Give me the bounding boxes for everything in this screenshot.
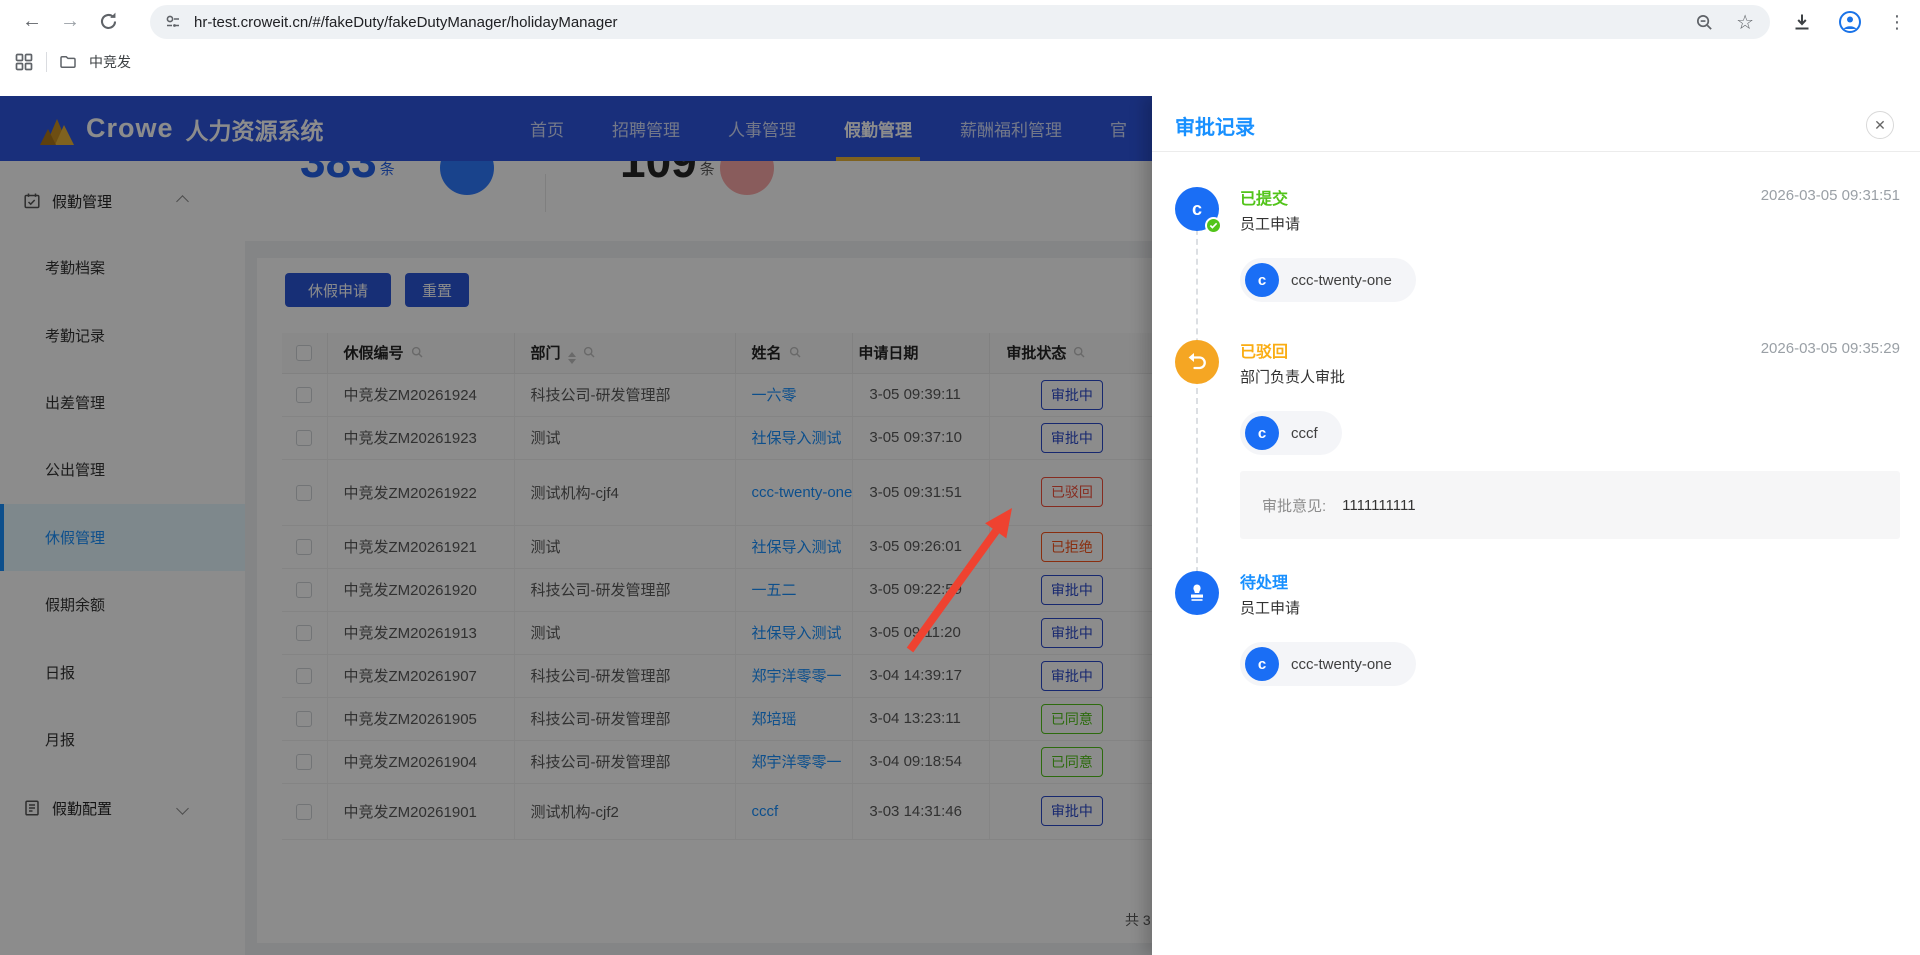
step-role: 部门负责人审批 <box>1240 369 1346 386</box>
zoom-out-icon[interactable] <box>1695 13 1714 32</box>
step-status: 已驳回 <box>1240 344 1289 361</box>
step-status: 待处理 <box>1240 575 1289 592</box>
browser-toolbar: ← → hr-test.croweit.cn/#/fakeDuty/fakeDu… <box>0 0 1920 44</box>
folder-icon <box>60 56 76 68</box>
bookmarks-bar: 中竞发 <box>0 44 1920 80</box>
person-chip: c ccc-twenty-one <box>1240 642 1416 686</box>
back-icon[interactable]: ← <box>22 9 42 33</box>
person-name: ccc-twenty-one <box>1291 271 1392 289</box>
step-role: 员工申请 <box>1240 216 1301 233</box>
comment-value: 1111111111 <box>1342 496 1416 514</box>
person-name: cccf <box>1291 424 1318 442</box>
avatar: c <box>1245 416 1279 450</box>
step-node-icon: c <box>1175 340 1219 384</box>
bookmark-item[interactable]: 中竞发 <box>89 52 131 72</box>
step-node-icon: c <box>1175 187 1222 234</box>
timeline: c 已提交 员工申请 2026-03-05 09:31:51 c ccc-twe… <box>1152 96 1920 955</box>
divider <box>46 52 47 72</box>
url-text[interactable]: hr-test.croweit.cn/#/fakeDuty/fakeDutyMa… <box>194 14 618 31</box>
approval-record-drawer: 审批记录 ✕ c 已提交 员工申请 2026-03-05 09:31:51 c … <box>1152 96 1920 955</box>
step-role: 员工申请 <box>1240 600 1301 617</box>
profile-avatar-icon[interactable] <box>1838 10 1862 34</box>
comment-label: 审批意见: <box>1262 497 1327 515</box>
forward-icon[interactable]: → <box>60 9 80 33</box>
site-info-icon[interactable] <box>164 13 182 31</box>
approval-comment: 审批意见: 1111111111 <box>1240 471 1900 539</box>
step-time: 2026-03-05 09:35:29 <box>1760 340 1900 357</box>
apps-grid-icon[interactable] <box>14 52 34 72</box>
step-time: 2026-03-05 09:31:51 <box>1760 187 1900 204</box>
check-badge-icon <box>1205 217 1222 234</box>
address-bar[interactable]: hr-test.croweit.cn/#/fakeDuty/fakeDutyMa… <box>150 5 1770 39</box>
bookmark-star-icon[interactable]: ☆ <box>1736 10 1754 35</box>
step-status: 已提交 <box>1240 191 1289 208</box>
download-icon[interactable] <box>1792 12 1812 32</box>
browser-menu-icon[interactable]: ⋮ <box>1888 12 1906 33</box>
step-node-icon: c <box>1175 571 1219 615</box>
red-arrow-annotation <box>906 508 1012 653</box>
browser-chrome: ← → hr-test.croweit.cn/#/fakeDuty/fakeDu… <box>0 0 1920 96</box>
timeline-step: c 待处理 员工申请 c ccc-twenty-one <box>1152 571 1920 721</box>
person-chip: c cccf <box>1240 411 1342 455</box>
reload-icon[interactable] <box>98 11 119 32</box>
undo-icon <box>1188 353 1206 370</box>
timeline-step: c 已驳回 部门负责人审批 2026-03-05 09:35:29 c cccf… <box>1152 340 1920 539</box>
timeline-step: c 已提交 员工申请 2026-03-05 09:31:51 c ccc-twe… <box>1152 187 1920 337</box>
page-body: 383 条 109 条 Crowe 人力资源系统 首页 招聘管理 人事管理 假勤… <box>0 96 1920 955</box>
stamp-icon <box>1191 584 1203 601</box>
person-name: ccc-twenty-one <box>1291 655 1392 673</box>
avatar: c <box>1245 647 1279 681</box>
person-chip: c ccc-twenty-one <box>1240 258 1416 302</box>
avatar: c <box>1245 263 1279 297</box>
